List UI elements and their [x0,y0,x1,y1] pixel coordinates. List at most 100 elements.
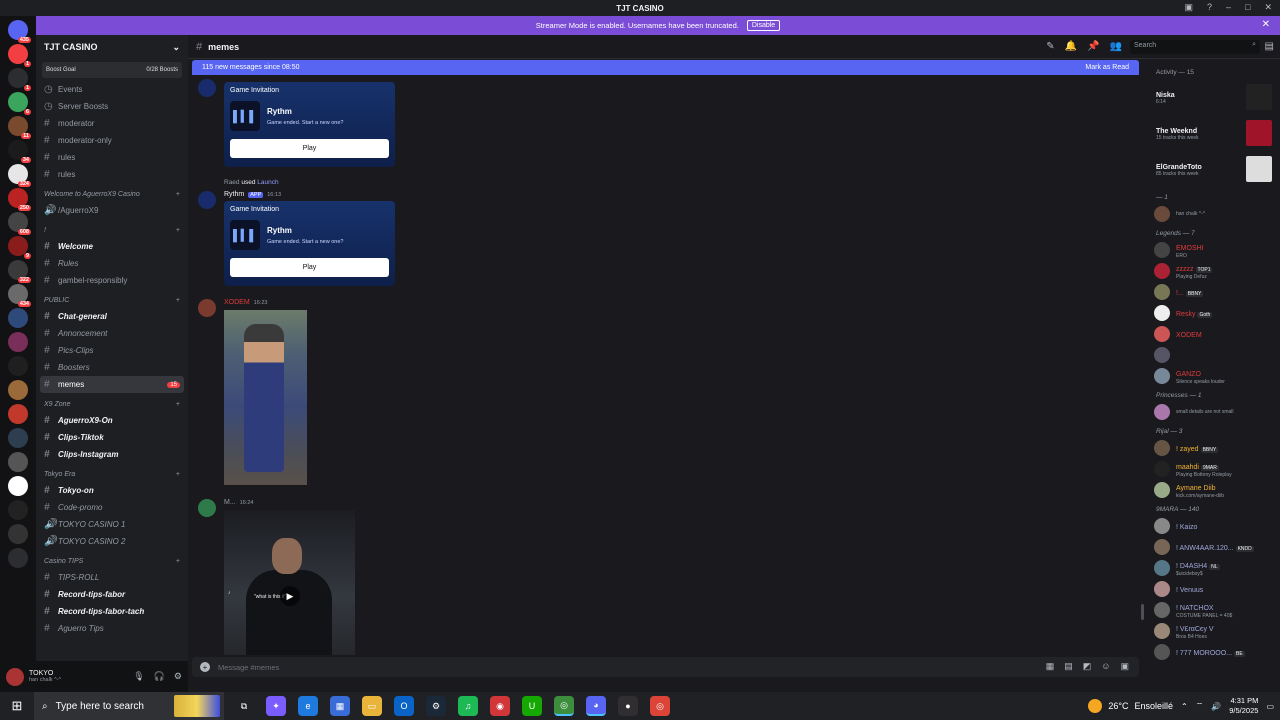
activity-item[interactable]: The Weeknd 15 tracks this week [1146,116,1280,152]
channel-item[interactable]: # Boosters [36,359,188,376]
riot-icon[interactable]: ◉ [490,696,510,716]
channel-item[interactable]: # Welcome [36,238,188,255]
sticker-icon[interactable]: ◩ [1083,661,1092,672]
server-icon[interactable]: 1 [8,68,31,91]
add-channel-icon[interactable]: + [176,401,180,408]
channel-item[interactable]: # moderator [36,115,188,132]
member-item[interactable]: !... BBNY [1146,281,1280,302]
member-item[interactable]: ! 777 MOROOO... BE [1146,641,1280,662]
mark-as-read-button[interactable]: Mark as Read [1085,64,1129,71]
close-window-button[interactable]: ✕ [1264,2,1272,13]
channel-item[interactable]: # Annoncement [36,325,188,342]
file-explorer-icon[interactable]: ▭ [362,696,382,716]
add-channel-icon[interactable]: + [176,558,180,565]
bot-avatar-icon[interactable] [198,191,216,209]
user-avatar[interactable] [198,299,216,317]
channel-item[interactable]: # moderator-only [36,132,188,149]
threads-icon[interactable]: ✎ [1046,41,1054,52]
member-item[interactable]: GANZO Silence speaks louder [1146,365,1280,386]
outlook-icon[interactable]: O [394,696,414,716]
member-item[interactable]: ! V£rαCєy V Bros B4 Hoes [1146,620,1280,641]
chrome-icon[interactable]: ◎ [554,696,574,716]
member-item[interactable]: Aymane Diib kick.com/aymane-diib [1146,479,1280,500]
help-icon[interactable]: ? [1207,2,1212,13]
channel-item[interactable]: 🔊 TOKYO CASINO 2 [36,533,188,550]
server-icon[interactable]: 34 [8,140,31,163]
play-button[interactable]: Play [230,139,389,158]
play-button[interactable]: Play [230,258,389,277]
sys-launch[interactable]: Launch [257,179,278,186]
taskbar-clock[interactable]: 4:31 PM 9/5/2025 [1229,696,1258,716]
network-icon[interactable]: ⌔ [1196,701,1204,711]
chat-scrollbar[interactable] [1141,604,1144,620]
volume-icon[interactable]: 🔊 [1211,702,1221,711]
inbox-window-icon[interactable]: ▣ [1184,2,1193,13]
channel-category[interactable]: Welcome to AguerroX9 Casino + [36,186,188,202]
server-icon[interactable] [8,548,28,568]
message-author[interactable]: M... [224,499,236,506]
emoji-icon[interactable]: ☺ [1101,661,1110,672]
notification-bell-icon[interactable]: 🔔 [1065,41,1077,52]
member-item[interactable]: zzzzz TOP1 Playing Defuz [1146,260,1280,281]
channel-category[interactable]: Casino TIPS + [36,553,188,569]
copilot-icon[interactable]: ✦ [266,696,286,716]
message-composer[interactable]: + Message #memes ▦ ▤ ◩ ☺ ▣ [192,657,1139,677]
channel-item[interactable]: # Record-tips-fabor-tach [36,603,188,620]
add-attachment-icon[interactable]: + [200,662,210,672]
member-item[interactable]: ! Kaizo [1146,515,1280,536]
edge-icon[interactable]: e [298,696,318,716]
server-icon[interactable] [8,332,28,352]
add-channel-icon[interactable]: + [176,297,180,304]
task-view-icon[interactable]: ⧉ [234,696,254,716]
channel-item[interactable]: # Chat-general [36,308,188,325]
server-icon[interactable] [8,380,28,400]
member-item[interactable]: ! Venuus [1146,578,1280,599]
member-item[interactable]: ! zayed BBNY [1146,437,1280,458]
member-item[interactable]: ! D4ASH4 NL $uicideboy$ [1146,557,1280,578]
sys-user[interactable]: Raed [224,179,240,186]
disable-streamer-button[interactable]: Disable [746,20,781,31]
new-messages-bar[interactable]: 115 new messages since 08:50 Mark as Rea… [192,60,1139,75]
add-channel-icon[interactable]: + [176,471,180,478]
channel-item[interactable]: # Code-promo [36,499,188,516]
channel-item[interactable]: # TIPS-ROLL [36,569,188,586]
channel-item[interactable]: 🔊 TOKYO CASINO 1 [36,516,188,533]
play-video-icon[interactable]: ▶ [280,586,300,606]
channel-item[interactable]: # Clips-Instagram [36,446,188,463]
maximize-button[interactable]: □ [1245,2,1250,13]
pin-icon[interactable]: 📌 [1087,41,1099,52]
add-channel-icon[interactable]: + [176,227,180,234]
member-item[interactable]: maahdi 9MAR Playing Bottony Roleplay [1146,458,1280,479]
server-icon[interactable] [8,524,28,544]
notifications-icon[interactable]: ▭ [1266,702,1274,711]
chrome-profile-icon[interactable]: ◎ [650,696,670,716]
headphones-icon[interactable]: 🎧 [154,671,165,682]
obs-icon[interactable]: ● [618,696,638,716]
member-item[interactable]: ! ANW4AAR.120... KNDD [1146,536,1280,557]
server-icon[interactable] [8,452,28,472]
channel-item[interactable]: # memes 15 [40,376,184,393]
add-channel-icon[interactable]: + [176,191,180,198]
video-attachment[interactable]: ♪ "what is this it" ▶ [224,510,355,655]
taskbar-search[interactable]: ⌕ Type here to search [34,692,224,720]
minimize-button[interactable]: – [1226,2,1231,13]
channel-item[interactable]: # AguerroX9-On [36,412,188,429]
server-icon[interactable]: 9 [8,236,31,259]
channel-category[interactable]: X9 Zone + [36,396,188,412]
channel-item[interactable]: # Tokyo-on [36,482,188,499]
server-icon[interactable]: 6 [8,92,31,115]
channel-category[interactable]: Tokyo Era + [36,466,188,482]
store-icon[interactable]: ▦ [330,696,350,716]
apps-icon[interactable]: ▣ [1120,661,1129,672]
channel-item[interactable]: # Clips-Tiktok [36,429,188,446]
channel-item[interactable]: # Pics-Clips [36,342,188,359]
member-list-icon[interactable]: 👥 [1110,41,1122,52]
channel-item[interactable]: # Aguerro Tips [36,620,188,637]
member-item[interactable]: han chalk ^-^ [1146,203,1280,224]
bot-avatar-icon[interactable] [198,79,216,97]
channel-item[interactable]: # Rules [36,255,188,272]
server-icon[interactable] [8,308,28,328]
inbox-icon[interactable]: ▤ [1265,41,1274,52]
discord-icon[interactable]: ◕ [586,696,606,716]
server-icon[interactable] [8,476,28,496]
